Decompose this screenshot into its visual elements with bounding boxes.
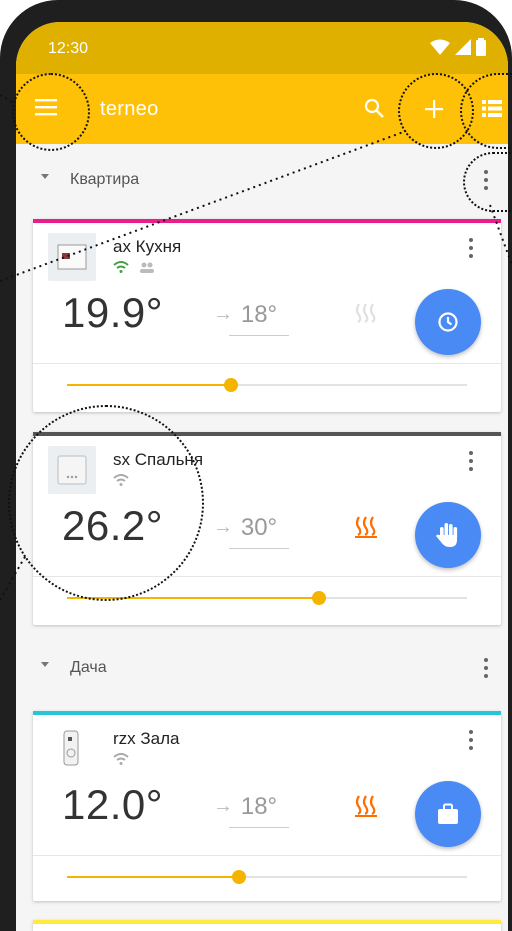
- annotation-lines: [0, 94, 512, 601]
